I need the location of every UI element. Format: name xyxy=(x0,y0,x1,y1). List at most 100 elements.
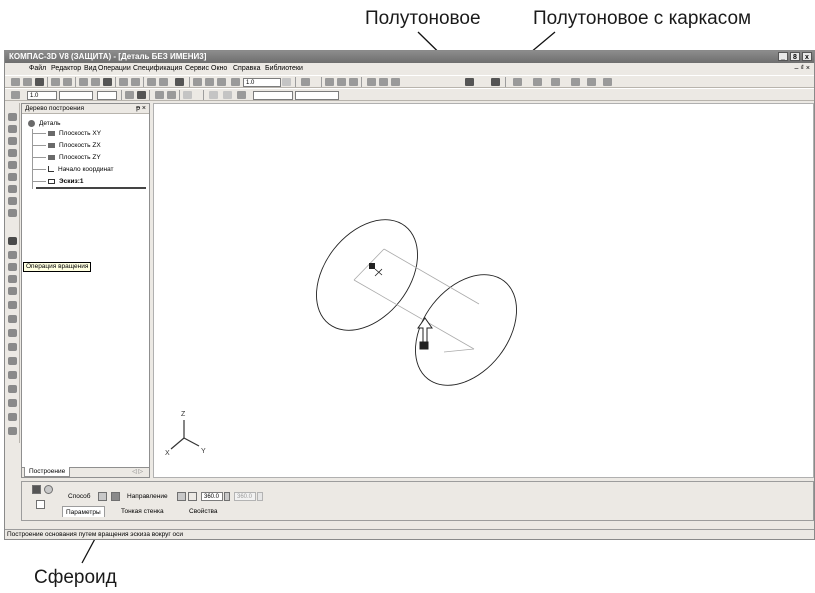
menu-service[interactable]: Сервис xyxy=(185,63,209,74)
tree-panel-controls[interactable]: ᵽ × xyxy=(136,104,146,114)
menu-view[interactable]: Вид xyxy=(84,63,97,74)
undo-icon[interactable] xyxy=(119,78,128,86)
section-icon[interactable] xyxy=(533,78,542,86)
spheroid-button[interactable] xyxy=(111,492,120,501)
ortho-icon[interactable] xyxy=(209,91,218,99)
snap-settings-icon[interactable] xyxy=(167,91,176,99)
halftone-wireframe-icon[interactable] xyxy=(491,78,500,86)
create-object-icon[interactable] xyxy=(32,485,41,494)
preview-icon[interactable] xyxy=(63,78,72,86)
angle1-spinner[interactable] xyxy=(224,492,230,501)
coord-x-field[interactable] xyxy=(253,91,293,100)
local-cs-icon[interactable] xyxy=(125,91,134,99)
direction-button[interactable] xyxy=(177,492,186,501)
help-icon[interactable] xyxy=(36,500,45,509)
loft-icon[interactable] xyxy=(8,263,17,271)
help-pointer-icon[interactable] xyxy=(175,78,184,86)
menu-libraries[interactable]: Библиотеки xyxy=(265,63,303,74)
document-window-controls[interactable]: – ₫ × xyxy=(795,63,810,74)
no-hidden-lines-icon[interactable] xyxy=(391,78,400,86)
cursor-coords-icon[interactable] xyxy=(223,91,232,99)
tree-toggle-icon[interactable] xyxy=(551,78,560,86)
stop-icon[interactable] xyxy=(44,485,53,494)
panel-icon[interactable] xyxy=(603,78,612,86)
section-surface-icon[interactable] xyxy=(8,427,17,435)
fillet-icon[interactable] xyxy=(8,343,17,351)
properties-icon[interactable] xyxy=(147,78,156,86)
snap-icon[interactable] xyxy=(155,91,164,99)
model-viewport[interactable]: Z X Y xyxy=(153,103,814,478)
wireframe-icon[interactable] xyxy=(367,78,376,86)
edit-details-icon[interactable] xyxy=(8,113,17,121)
arrays-icon[interactable] xyxy=(8,149,17,157)
tab-construction[interactable]: Построение xyxy=(24,467,71,477)
new-file-icon[interactable] xyxy=(11,78,20,86)
orientation-icon[interactable] xyxy=(301,78,310,86)
extrude-icon[interactable] xyxy=(8,251,17,259)
auxiliary-geometry-icon[interactable] xyxy=(8,161,17,169)
tree-root-part[interactable]: Деталь xyxy=(28,120,61,127)
style-combo[interactable] xyxy=(97,91,117,100)
angle1-field[interactable]: 360.0 xyxy=(201,492,223,501)
tab-thin-wall[interactable]: Тонкая стенка xyxy=(118,506,167,517)
specification-icon[interactable] xyxy=(8,197,17,205)
library-manager-icon[interactable] xyxy=(571,78,580,86)
zoom-combo[interactable]: 1.0 xyxy=(243,78,281,87)
coord-y-field[interactable] xyxy=(295,91,339,100)
menu-operations[interactable]: Операции xyxy=(98,63,131,74)
pan-icon[interactable] xyxy=(325,78,334,86)
revolve-operation-icon[interactable] xyxy=(8,237,17,245)
zoom-in-icon[interactable] xyxy=(205,78,214,86)
grid-icon[interactable] xyxy=(11,91,20,99)
tab-properties[interactable]: Свойства xyxy=(186,506,221,517)
draft-icon[interactable] xyxy=(8,399,17,407)
zoom-fit-icon[interactable] xyxy=(337,78,346,86)
save-icon[interactable] xyxy=(35,78,44,86)
rib-icon[interactable] xyxy=(8,371,17,379)
cut-extrude-icon[interactable] xyxy=(8,287,17,295)
cut-icon[interactable] xyxy=(79,78,88,86)
close-button[interactable]: x xyxy=(802,52,812,61)
zoom-window-icon[interactable] xyxy=(193,78,202,86)
direction-dropdown[interactable] xyxy=(188,492,197,501)
grid-toggle-icon[interactable] xyxy=(183,91,192,99)
menu-file[interactable]: Файл xyxy=(29,63,46,74)
open-file-icon[interactable] xyxy=(23,78,32,86)
tab-parameters[interactable]: Параметры xyxy=(62,506,105,517)
tree-item-sketch[interactable]: Эскиз:1 xyxy=(48,178,84,185)
tree-item-plane-zx[interactable]: Плоскость ZX xyxy=(48,142,101,149)
reports-icon[interactable] xyxy=(8,209,17,217)
coordinate-icon[interactable] xyxy=(237,91,246,99)
menu-window[interactable]: Окно xyxy=(211,63,227,74)
cut-loft-icon[interactable] xyxy=(8,329,17,337)
redo-icon[interactable] xyxy=(131,78,140,86)
shell-icon[interactable] xyxy=(8,385,17,393)
hidden-lines-gray-icon[interactable] xyxy=(379,78,388,86)
zoom-scale-icon[interactable] xyxy=(231,78,240,86)
menu-editor[interactable]: Редактор xyxy=(51,63,81,74)
chamfer-icon[interactable] xyxy=(8,357,17,365)
surfaces-icon[interactable] xyxy=(8,137,17,145)
measure-icon[interactable] xyxy=(587,78,596,86)
layer-combo[interactable] xyxy=(59,91,93,100)
zoom-dropdown-icon[interactable] xyxy=(282,78,291,86)
menu-specification[interactable]: Спецификация xyxy=(133,63,182,74)
spatial-curves-icon[interactable] xyxy=(8,125,17,133)
measure-diagnose-icon[interactable] xyxy=(8,173,17,181)
zoom-out-icon[interactable] xyxy=(217,78,226,86)
menu-help[interactable]: Справка xyxy=(233,63,260,74)
tree-tab-scroll[interactable]: ◁ ▷ xyxy=(132,468,143,477)
sweep-icon[interactable] xyxy=(8,275,17,283)
tree-item-plane-zy[interactable]: Плоскость ZY xyxy=(48,154,101,161)
perspective-icon[interactable] xyxy=(513,78,522,86)
halftone-icon[interactable] xyxy=(465,78,474,86)
toroid-button[interactable] xyxy=(98,492,107,501)
paste-icon[interactable] xyxy=(103,78,112,86)
cut-revolve-icon[interactable] xyxy=(8,301,17,309)
minimize-button[interactable]: _ xyxy=(778,52,788,61)
copy-icon[interactable] xyxy=(91,78,100,86)
print-icon[interactable] xyxy=(51,78,60,86)
tree-item-plane-xy[interactable]: Плоскость XY xyxy=(48,130,101,137)
restore-button[interactable]: 8 xyxy=(790,52,800,61)
filter-icon[interactable] xyxy=(8,185,17,193)
